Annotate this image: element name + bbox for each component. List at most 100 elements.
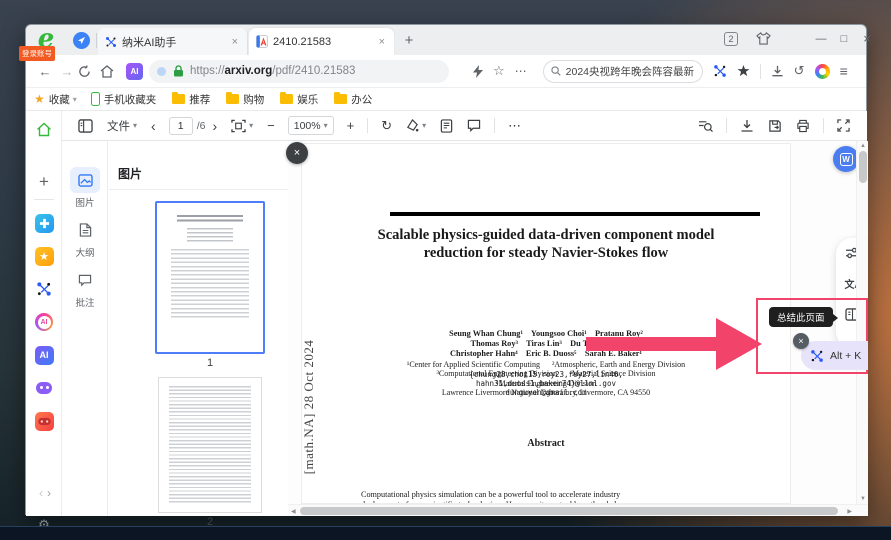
maximize-button[interactable]: □ <box>834 29 854 49</box>
app-sidebar: + ★ AI AI ‹› ⚙ <box>26 111 62 516</box>
more-tools-button[interactable]: ⋯ <box>508 118 521 134</box>
thumb-body-lines <box>171 249 249 319</box>
download-pdf-icon[interactable] <box>740 119 754 133</box>
chevron-down-icon[interactable]: ▾ <box>73 95 77 104</box>
nav-compass-icon[interactable] <box>73 32 90 49</box>
download-manager-icon[interactable] <box>771 65 784 78</box>
close-window-button[interactable]: × <box>857 29 877 49</box>
notes-tool-icon[interactable] <box>440 119 453 133</box>
folder-icon <box>226 94 239 104</box>
favorites-app-icon[interactable]: ★ <box>34 246 54 266</box>
forward-icon[interactable]: → <box>56 64 78 79</box>
ai-search-app-icon[interactable]: AI <box>34 312 54 332</box>
login-account-badge[interactable]: 登录账号 <box>19 46 55 61</box>
theme-wheel-icon[interactable] <box>815 64 830 79</box>
url-field[interactable]: https://arxiv.org/pdf/2410.21583 <box>149 60 449 83</box>
tab-nano-ai[interactable]: 纳米AI助手 × <box>98 28 248 55</box>
nano-ai-toolbar-icon[interactable] <box>713 64 727 78</box>
restore-closed-icon[interactable]: ↺ <box>794 63 805 79</box>
comment-tool-icon[interactable] <box>467 119 481 132</box>
tab-count-badge[interactable]: 2 <box>724 32 738 46</box>
scroll-left-icon[interactable]: ◀ <box>291 508 296 515</box>
folder-icon <box>172 94 185 104</box>
fullscreen-icon[interactable] <box>837 119 850 132</box>
folder-icon <box>334 94 347 104</box>
nano-ai-icon <box>105 36 117 48</box>
bookmark-folders: 推荐 购物 娱乐 办公 <box>172 92 388 107</box>
highlight-tool-button[interactable]: ▾ <box>406 119 426 132</box>
next-page-button[interactable]: › <box>212 118 217 134</box>
favorites-star-icon[interactable]: ★ <box>34 92 45 106</box>
annotation-arrow <box>586 337 716 351</box>
tracking-dot-icon[interactable] <box>157 67 166 76</box>
back-icon[interactable]: ← <box>34 64 56 79</box>
paper-title: Scalable physics-guided data-driven comp… <box>302 226 790 262</box>
ai-writer-app-icon[interactable]: AI <box>34 345 54 365</box>
address-bar: ← → AI https://arxiv.org/pdf/2410.21583 … <box>26 55 866 88</box>
image-icon <box>70 167 100 193</box>
scroll-up-icon[interactable]: ▲ <box>860 143 866 149</box>
panel-tab-images[interactable]: 图片 <box>67 167 103 209</box>
tab-pdf-2410-21583[interactable]: 2410.21583 × <box>249 28 394 55</box>
home-icon[interactable] <box>100 65 122 78</box>
page-thumbnail-2[interactable] <box>158 377 262 513</box>
close-overlay-button[interactable]: × <box>286 142 308 164</box>
bookmark-folder[interactable]: 推荐 <box>172 92 210 107</box>
toggle-sidebar-icon[interactable] <box>78 119 93 133</box>
scroll-down-icon[interactable]: ▼ <box>860 496 866 502</box>
bookmark-star-icon[interactable]: ☆ <box>493 63 505 79</box>
fit-page-button[interactable]: ▾ <box>231 119 253 133</box>
abstract-line: Computational physics simulation can be … <box>361 490 735 500</box>
bookmark-folder[interactable]: 办公 <box>334 92 372 107</box>
prev-page-button[interactable]: ‹ <box>151 118 156 134</box>
bookmark-phone-favorites[interactable]: 手机收藏夹 <box>91 92 157 107</box>
main-menu-icon[interactable]: ≡ <box>840 63 848 79</box>
panel-tab-annotations[interactable]: 批注 <box>67 267 103 309</box>
url-text: https://arxiv.org/pdf/2410.21583 <box>190 65 355 77</box>
theme-shirt-icon[interactable] <box>756 32 771 45</box>
sidebar-page-arrows[interactable]: ‹› <box>34 483 60 503</box>
secure-lock-icon[interactable] <box>173 65 184 77</box>
refresh-icon[interactable] <box>78 65 100 78</box>
extensions-icon[interactable] <box>737 65 750 78</box>
tab-close-icon[interactable]: × <box>230 36 240 48</box>
email-line: {chung28,choi15,roy23,roy27,lin46, <box>302 370 790 379</box>
minimize-button[interactable]: — <box>811 29 831 49</box>
bookmark-folder[interactable]: 娱乐 <box>280 92 318 107</box>
quick-clip-app-icon[interactable] <box>34 213 54 233</box>
rotate-page-button[interactable]: ↻ <box>381 118 392 134</box>
dismiss-shortcut-button[interactable]: × <box>793 333 809 349</box>
search-icon <box>551 66 561 76</box>
zoom-out-button[interactable]: − <box>267 118 275 133</box>
tab-close-icon[interactable]: × <box>377 36 387 48</box>
horizontal-scrollbar[interactable]: ◀ ▶ <box>288 504 868 516</box>
page-number-input[interactable] <box>169 117 193 135</box>
ai-agent-app-icon[interactable] <box>34 378 54 398</box>
new-tab-button[interactable]: + <box>400 32 418 49</box>
sidebar-add-button[interactable]: + <box>34 172 54 192</box>
scrollbar-thumb[interactable] <box>300 507 838 515</box>
more-tools-icon[interactable]: ⋯ <box>515 64 527 78</box>
page-thumbnail-1[interactable] <box>155 201 265 354</box>
nano-ai-app-icon[interactable] <box>34 279 54 299</box>
search-in-document-icon[interactable] <box>698 119 713 133</box>
print-icon[interactable] <box>796 119 810 133</box>
game-center-app-icon[interactable] <box>34 411 54 431</box>
ai-shortcut-pill[interactable]: Alt + K <box>801 341 868 370</box>
thumbnail-page-number: 1 <box>155 357 265 369</box>
ai-assistant-icon[interactable]: AI <box>126 63 143 80</box>
scrollbar-thumb[interactable] <box>859 151 867 183</box>
toolbar-separator <box>367 118 368 133</box>
favorites-label[interactable]: 收藏 <box>49 92 70 107</box>
save-as-icon[interactable] <box>768 119 782 133</box>
file-menu-button[interactable]: 文件▾ <box>107 118 137 134</box>
accelerator-lightning-icon[interactable] <box>473 65 483 78</box>
bookmark-folder[interactable]: 购物 <box>226 92 264 107</box>
scroll-right-icon[interactable]: ▶ <box>847 508 852 515</box>
panel-tab-outline[interactable]: 大纲 <box>67 217 103 259</box>
zoom-level-dropdown[interactable]: 100%▾ <box>288 116 334 135</box>
desktop-taskbar[interactable] <box>0 526 891 540</box>
search-box[interactable]: 2024央视跨年晚会阵容最新 <box>543 60 703 83</box>
viewer-home-icon[interactable] <box>34 119 54 139</box>
zoom-in-button[interactable]: + <box>347 118 355 133</box>
